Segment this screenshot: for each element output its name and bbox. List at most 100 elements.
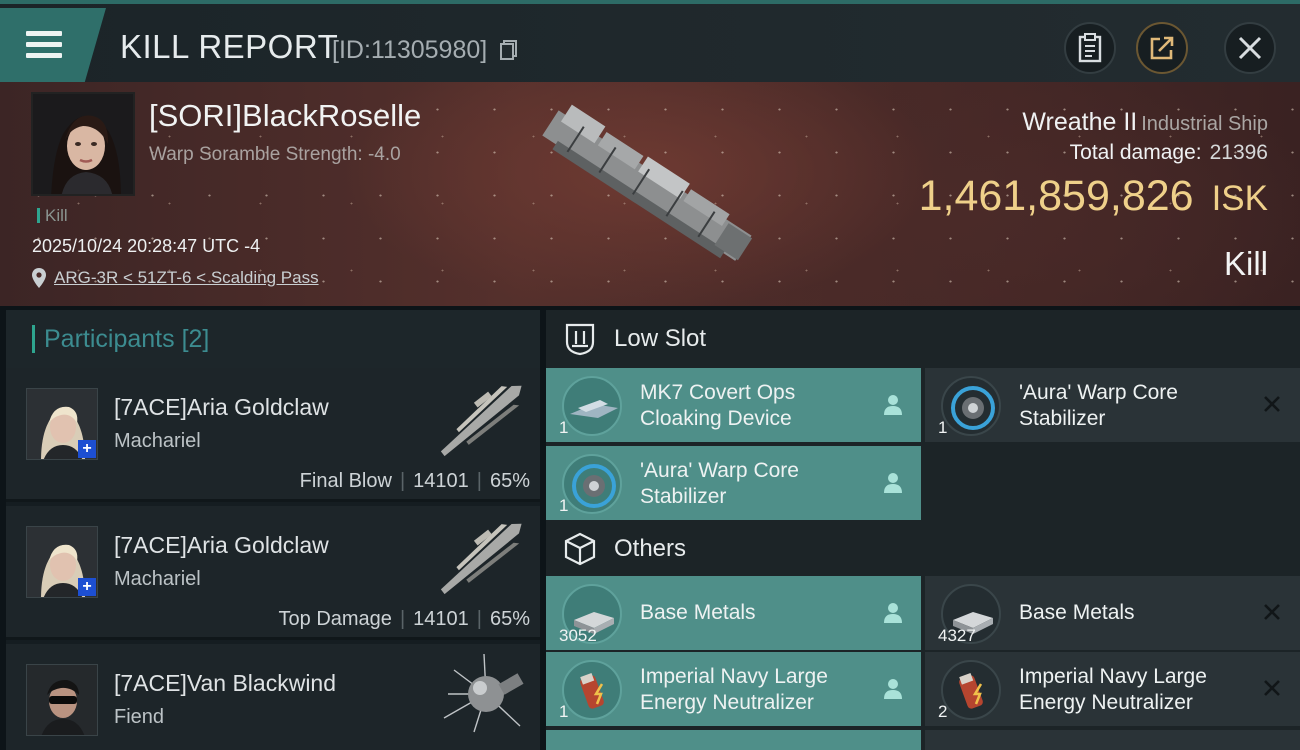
item-quantity: 1 <box>559 702 569 721</box>
total-damage-label: Total damage: <box>1069 141 1202 164</box>
report-id: [ID:11305980] <box>332 36 488 64</box>
corp-plus-icon: + <box>78 578 96 596</box>
participants-count: [2] <box>181 324 210 353</box>
participant-ship-image <box>440 385 522 457</box>
close-icon <box>1238 36 1262 60</box>
others-title: Others <box>614 535 687 562</box>
item-name: Base Metals <box>1019 601 1135 624</box>
participant-stats: Final Blow | 14101 | 65% <box>299 470 530 492</box>
fitting-item-partial[interactable] <box>925 730 1300 750</box>
item-name: 'Aura' Warp Core Stabilizer <box>1019 381 1178 430</box>
share-icon <box>1150 36 1174 60</box>
location-pin-icon <box>32 268 46 288</box>
item-quantity: 4327 <box>938 626 976 645</box>
participant-ship: Machariel <box>114 430 201 452</box>
low-slot-title: Low Slot <box>614 325 707 352</box>
victim-name[interactable]: [SORI]BlackRoselle <box>149 98 421 134</box>
participant-role: Final Blow <box>299 470 392 492</box>
isk-unit: ISK <box>1211 179 1268 218</box>
cube-icon <box>564 532 596 566</box>
fitting-item[interactable]: 2 Imperial Navy Large Energy Neutralizer <box>925 652 1300 726</box>
clipboard-button[interactable] <box>1064 22 1116 74</box>
fitting-item[interactable]: 1 'Aura' Warp Core Stabilizer <box>925 368 1300 442</box>
item-quantity: 1 <box>559 496 569 515</box>
energy-neutralizer-icon <box>941 660 1001 720</box>
share-button[interactable] <box>1136 22 1188 74</box>
low-slot-icon <box>565 323 595 356</box>
cloaking-device-icon <box>562 376 622 436</box>
dropped-person-icon <box>884 603 902 623</box>
isk-amount: 1,461,859,826 <box>918 172 1194 220</box>
fitting-item[interactable]: 1 Imperial Navy Large Energy Neutralizer <box>546 652 921 726</box>
participant-row[interactable]: + [7ACE]Aria Goldclaw Machariel Top Dama… <box>6 506 540 640</box>
victim-avatar[interactable] <box>31 92 135 196</box>
low-slot-header: Low Slot <box>546 310 1300 368</box>
participant-percent: 65% <box>489 608 530 630</box>
participant-damage: 14101 <box>413 470 469 492</box>
fittings-panel: Low Slot 1 MK7 Covert Ops Cloaking Device… <box>546 310 1300 750</box>
isk-value: 1,461,859,826 ISK <box>919 172 1268 221</box>
destroyed-x-icon <box>1264 604 1280 620</box>
clipboard-icon <box>1078 33 1102 63</box>
item-name: 'Aura' Warp Core Stabilizer <box>640 459 799 508</box>
item-quantity: 2 <box>938 702 948 721</box>
participant-avatar[interactable]: + <box>26 388 98 460</box>
fitting-item[interactable]: 1 MK7 Covert Ops Cloaking Device <box>546 368 921 442</box>
hamburger-icon <box>26 31 62 59</box>
page-title: KILL REPORT <box>120 28 339 65</box>
participant-row[interactable]: + [7ACE]Aria Goldclaw Machariel Final Bl… <box>6 368 540 502</box>
top-bar: KILL REPORT [ID:11305980] <box>0 0 1300 82</box>
total-damage: Total damage: 21396 <box>1070 141 1268 165</box>
participant-ship: Fiend <box>114 706 165 728</box>
participants-header: Participants [2] <box>6 310 540 368</box>
victim-ship-name[interactable]: Wreathe II <box>1022 108 1137 136</box>
participant-role: Top Damage <box>278 608 392 630</box>
participant-row[interactable]: [7ACE]Van Blackwind Fiend <box>6 644 540 750</box>
location-link[interactable]: ARG-3R < 51ZT-6 < Scalding Pass <box>54 268 319 288</box>
victim-ship-class: Industrial Ship <box>1141 113 1268 135</box>
item-name: Base Metals <box>640 601 756 624</box>
destroyed-x-icon <box>1264 680 1280 696</box>
total-damage-value: 21396 <box>1209 141 1268 164</box>
participant-name[interactable]: [7ACE]Aria Goldclaw <box>114 532 329 559</box>
kill-timestamp: 2025/10/24 20:28:47 UTC -4 <box>32 236 261 256</box>
participant-percent: 65% <box>489 470 530 492</box>
fitting-item[interactable]: 1 'Aura' Warp Core Stabilizer <box>546 446 921 520</box>
kill-tag: Kill <box>37 206 68 226</box>
victim-ship-image <box>542 104 753 261</box>
participants-panel: Participants [2] + [7ACE]Aria Goldclaw M… <box>6 310 540 750</box>
kill-location[interactable]: ARG-3R < 51ZT-6 < Scalding Pass <box>32 268 319 288</box>
others-header: Others <box>546 520 1300 578</box>
dropped-person-icon <box>884 679 902 699</box>
item-quantity: 3052 <box>559 626 597 645</box>
item-name: Imperial Navy Large Energy Neutralizer <box>640 665 828 714</box>
kill-result: Kill <box>1223 245 1268 282</box>
fitting-item-partial[interactable] <box>546 730 921 750</box>
warp-core-stabilizer-icon <box>562 454 622 514</box>
warp-core-stabilizer-icon <box>941 376 1001 436</box>
fitting-item[interactable]: 3052 Base Metals <box>546 576 921 650</box>
destroyed-x-icon <box>1264 396 1280 412</box>
participant-stats: Top Damage | 14101 | 65% <box>278 608 530 630</box>
item-name: Imperial Navy Large Energy Neutralizer <box>1019 665 1207 714</box>
dropped-person-icon <box>884 473 902 493</box>
close-button[interactable] <box>1224 22 1276 74</box>
energy-neutralizer-icon <box>562 660 622 720</box>
fitting-item[interactable]: 4327 Base Metals <box>925 576 1300 650</box>
item-quantity: 1 <box>559 418 569 437</box>
menu-button[interactable] <box>0 8 106 82</box>
participant-name[interactable]: [7ACE]Aria Goldclaw <box>114 394 329 421</box>
participant-avatar[interactable]: + <box>26 526 98 598</box>
copy-icon[interactable] <box>500 40 518 60</box>
participant-name[interactable]: [7ACE]Van Blackwind <box>114 670 336 697</box>
participant-ship-image <box>440 523 522 595</box>
victim-ship-line: Wreathe II Industrial Ship <box>1022 108 1268 137</box>
warp-scramble-strength: Warp Soramble Strength: -4.0 <box>149 144 401 165</box>
participant-ship-image <box>443 653 524 733</box>
item-name: MK7 Covert Ops Cloaking Device <box>640 381 796 430</box>
corp-plus-icon: + <box>78 440 96 458</box>
item-quantity: 1 <box>938 418 948 437</box>
dropped-person-icon <box>884 395 902 415</box>
participant-ship: Machariel <box>114 568 201 590</box>
participant-avatar[interactable] <box>26 664 98 736</box>
